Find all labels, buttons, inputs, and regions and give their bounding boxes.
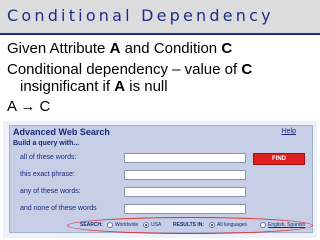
- bullet2-line2-attr: A: [114, 78, 126, 95]
- bullet2-line1-cond: C: [241, 61, 253, 78]
- search-screenshot: Advanced Web Search Help Build a query w…: [3, 121, 317, 238]
- exact-phrase-input[interactable]: [124, 170, 246, 180]
- any-words-input[interactable]: [124, 187, 246, 197]
- all-words-label: all of these words:: [20, 154, 77, 161]
- bullet-conditional-dependency-line1: Conditional dependency – value of C: [7, 61, 252, 79]
- bullet2-line2-prefix: insignificant if: [20, 78, 115, 95]
- exact-phrase-label: this exact phrase:: [20, 171, 75, 178]
- bullet2-line2-suffix: is null: [125, 78, 168, 95]
- advanced-search-title: Advanced Web Search: [13, 127, 110, 137]
- slide-title: Conditional Dependency: [7, 6, 274, 25]
- help-link[interactable]: Help: [282, 128, 296, 135]
- bullet1-attr: A: [109, 40, 121, 57]
- none-words-label: and none of these words: [20, 205, 97, 212]
- highlight-oval: [67, 217, 313, 234]
- bullet-dependency-arrow: A → C: [7, 98, 51, 115]
- bullet-given-attribute: Given Attribute A and Condition C: [7, 40, 232, 58]
- none-words-input[interactable]: [124, 204, 246, 214]
- bullet1-prefix: Given Attribute: [7, 40, 110, 57]
- bullet1-cond: C: [221, 40, 233, 57]
- all-words-input[interactable]: [124, 153, 246, 163]
- bullet-conditional-dependency-line2: insignificant if A is null: [20, 78, 168, 96]
- advanced-search-panel: Advanced Web Search Help Build a query w…: [9, 125, 313, 234]
- find-button[interactable]: FIND: [253, 153, 305, 165]
- slide-title-bar: Conditional Dependency: [0, 0, 320, 35]
- any-words-label: any of these words:: [20, 188, 81, 195]
- build-query-subtitle: Build a query with...: [13, 140, 80, 147]
- bullet1-middle: and Condition: [120, 40, 222, 57]
- bullet2-line1-prefix: Conditional dependency – value of: [7, 61, 242, 78]
